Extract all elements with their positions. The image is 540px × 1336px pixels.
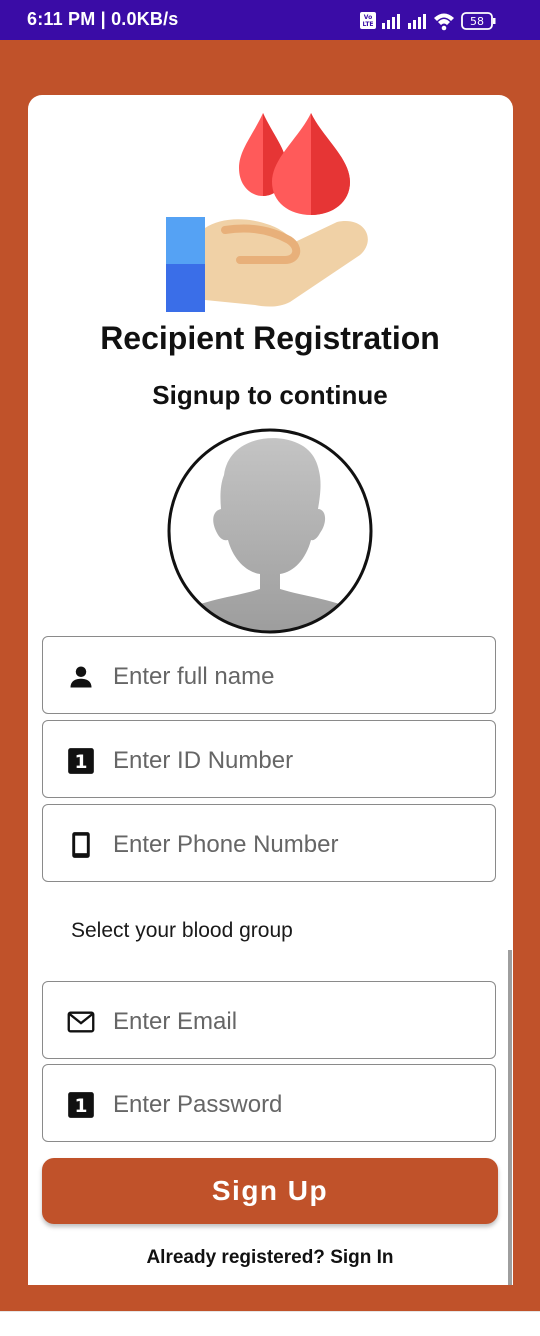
password-input[interactable] bbox=[111, 1079, 485, 1131]
email-input[interactable] bbox=[111, 996, 485, 1048]
person-icon bbox=[70, 666, 92, 688]
signin-link[interactable]: Already registered? Sign In bbox=[0, 1247, 540, 1269]
battery-icon: 58 bbox=[461, 12, 496, 30]
wifi-icon bbox=[434, 13, 454, 31]
status-icons: Vo LTE 58 bbox=[360, 12, 496, 31]
full-name-field[interactable] bbox=[42, 636, 496, 714]
svg-text:1: 1 bbox=[75, 1096, 88, 1117]
profile-avatar-icon[interactable] bbox=[166, 427, 374, 635]
signal-icon-1 bbox=[382, 14, 400, 29]
blood-donation-logo-icon bbox=[166, 113, 368, 312]
status-time: 6:11 PM | 0.0KB/s bbox=[27, 9, 179, 29]
navigation-bar bbox=[0, 1311, 540, 1336]
svg-text:1: 1 bbox=[75, 752, 88, 773]
full-name-input[interactable] bbox=[111, 651, 485, 703]
blood-group-selector[interactable]: Select your blood group bbox=[71, 919, 293, 943]
mail-icon bbox=[67, 1011, 95, 1033]
signup-button[interactable]: Sign Up bbox=[42, 1158, 498, 1224]
id-number-icon: 1 bbox=[68, 748, 94, 774]
phone-number-field[interactable] bbox=[42, 804, 496, 882]
id-number-field[interactable]: 1 bbox=[42, 720, 496, 798]
phone-number-input[interactable] bbox=[111, 819, 485, 871]
volte-icon: Vo LTE bbox=[360, 12, 376, 29]
id-number-input[interactable] bbox=[111, 735, 485, 787]
svg-text:LTE: LTE bbox=[362, 21, 373, 28]
email-field[interactable] bbox=[42, 981, 496, 1059]
password-field[interactable]: 1 bbox=[42, 1064, 496, 1142]
signal-icon-2 bbox=[408, 14, 426, 29]
page-subtitle: Signup to continue bbox=[152, 380, 388, 410]
page-title: Recipient Registration bbox=[100, 320, 440, 356]
password-icon: 1 bbox=[68, 1092, 94, 1118]
svg-text:58: 58 bbox=[470, 15, 484, 28]
status-bar: 6:11 PM | 0.0KB/s Vo LTE 58 bbox=[0, 0, 540, 40]
svg-text:Vo: Vo bbox=[364, 14, 372, 21]
scrollbar[interactable] bbox=[508, 950, 512, 1285]
phone-icon bbox=[72, 832, 90, 858]
